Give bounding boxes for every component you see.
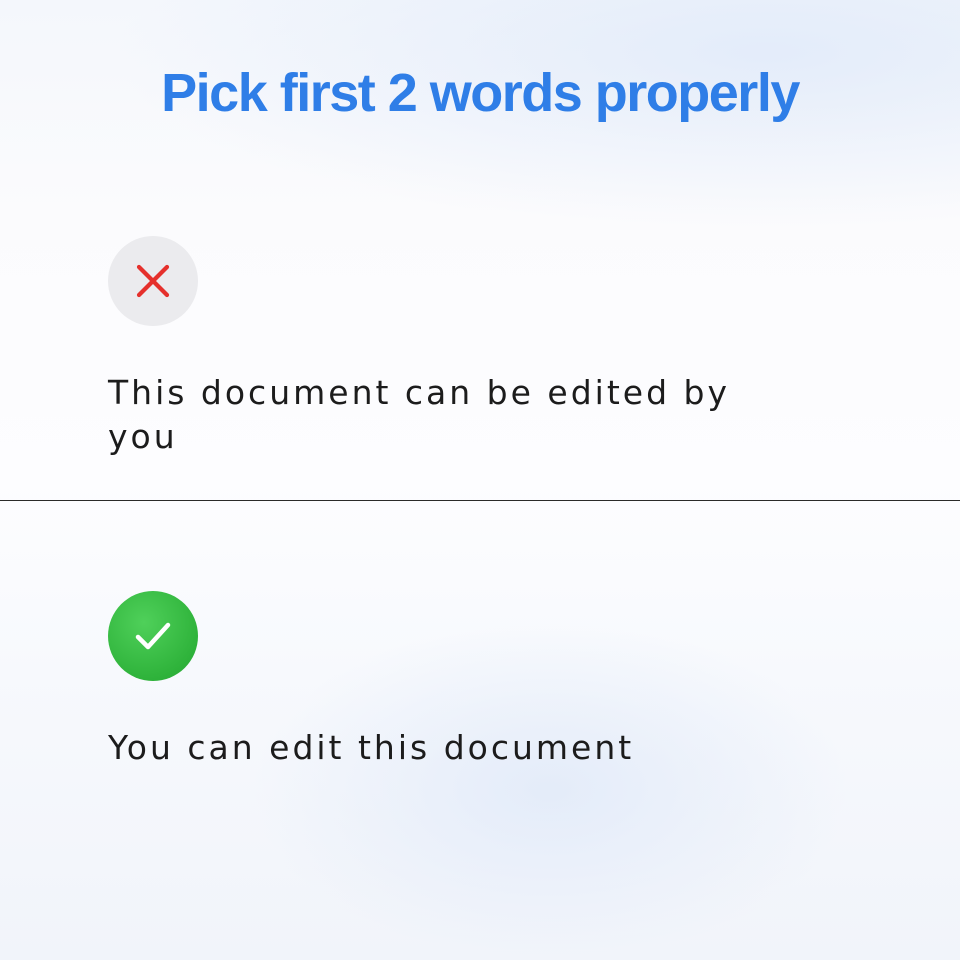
incorrect-example-text: This document can be edited by you xyxy=(108,373,730,456)
background-glow-bottom xyxy=(250,620,850,960)
background-glow-top xyxy=(0,0,960,260)
x-mark-icon xyxy=(136,264,170,298)
incorrect-badge xyxy=(108,236,198,326)
correct-badge xyxy=(108,591,198,681)
checkmark-icon xyxy=(135,622,171,650)
correct-example-text: You can edit this document xyxy=(108,728,635,767)
page-title: Pick first 2 words properly xyxy=(161,63,800,123)
divider xyxy=(0,500,960,501)
